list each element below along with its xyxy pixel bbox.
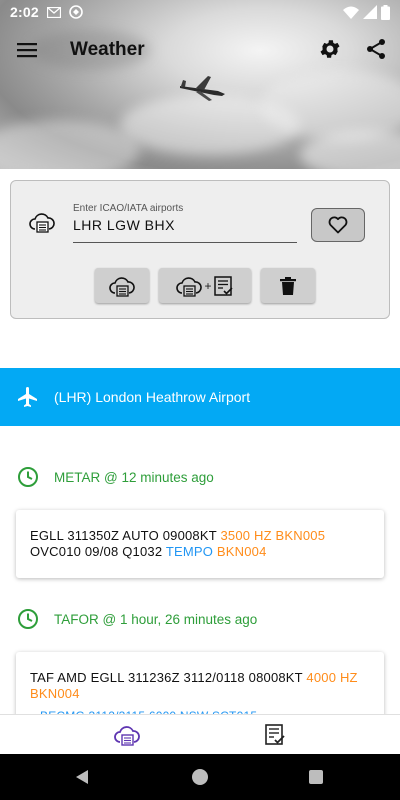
metar-report-card[interactable]: EGLL 311350Z AUTO 09008KT 3500 HZ BKN005… (16, 510, 384, 578)
checklist-icon (213, 275, 233, 296)
metar-button[interactable] (95, 268, 149, 303)
header-banner: Weather (0, 0, 400, 169)
status-bar: 2:02 (0, 0, 400, 24)
metar-tempo-text: TEMPO (165, 544, 214, 559)
airport-input[interactable]: LHR LGW BHX (73, 217, 297, 243)
favorite-button[interactable] (311, 208, 365, 242)
airplane-image (180, 76, 225, 101)
settings-icon[interactable] (318, 37, 344, 63)
signal-icon (363, 5, 377, 19)
taf-line-2: BKN004 (30, 686, 370, 702)
recent-apps-icon[interactable] (309, 770, 323, 784)
page-title: Weather (70, 39, 145, 60)
nav-taf-icon[interactable] (262, 724, 288, 746)
back-icon[interactable] (74, 769, 90, 785)
cloud-document-icon (29, 213, 55, 233)
home-icon[interactable] (192, 769, 208, 785)
metar-warning-text: 3500 HZ BKN005 (220, 528, 326, 543)
nav-metar-icon[interactable] (114, 724, 140, 746)
share-icon[interactable] (364, 37, 390, 63)
metar-and-taf-button[interactable]: + (159, 268, 251, 303)
heart-icon (328, 216, 348, 234)
wifi-icon (343, 6, 359, 19)
airport-input-label: Enter ICAO/IATA airports (73, 203, 184, 214)
plus-sign: + (204, 278, 212, 293)
airport-name: (LHR) London Heathrow Airport (54, 389, 251, 405)
toolbar: Weather (0, 28, 400, 72)
metar-text: EGLL 311350Z AUTO 09008KT (30, 528, 221, 543)
cloud-decoration (0, 120, 140, 169)
cloud-document-icon (176, 276, 203, 297)
taf-warning-text: 4000 HZ (306, 670, 358, 685)
system-navigation-bar (0, 754, 400, 800)
airplane-icon (18, 387, 37, 407)
taf-line-1: TAF AMD EGLL 311236Z 3112/0118 08008KT 4… (30, 670, 370, 686)
metar-line-1: EGLL 311350Z AUTO 09008KT 3500 HZ BKN005 (30, 528, 370, 544)
airport-input-card: Enter ICAO/IATA airports LHR LGW BHX + (10, 180, 390, 319)
airport-banner[interactable]: (LHR) London Heathrow Airport (0, 368, 400, 426)
metar-header: METAR @ 12 minutes ago (0, 466, 400, 490)
gmail-icon (46, 6, 61, 18)
delete-button[interactable] (261, 268, 315, 303)
tafor-header-text: TAFOR @ 1 hour, 26 minutes ago (54, 612, 258, 627)
clock-icon (18, 467, 38, 487)
menu-icon[interactable] (14, 37, 40, 63)
status-time: 2:02 (10, 4, 39, 20)
bottom-navigation (0, 714, 400, 754)
taf-text: TAF AMD EGLL 311236Z 3112/0118 08008KT (30, 670, 307, 685)
cloud-document-icon (109, 276, 135, 297)
shield-icon (69, 5, 83, 19)
trash-icon (280, 276, 296, 295)
metar-text: OVC010 09/08 Q1032 (30, 544, 166, 559)
taf-warning-text: BKN004 (30, 686, 80, 701)
battery-icon (381, 4, 390, 20)
metar-line-2: OVC010 09/08 Q1032 TEMPO BKN004 (30, 544, 370, 560)
metar-header-text: METAR @ 12 minutes ago (54, 470, 214, 485)
metar-warning-text: BKN004 (216, 544, 267, 559)
tafor-header: TAFOR @ 1 hour, 26 minutes ago (0, 608, 400, 632)
clock-icon (18, 609, 38, 629)
